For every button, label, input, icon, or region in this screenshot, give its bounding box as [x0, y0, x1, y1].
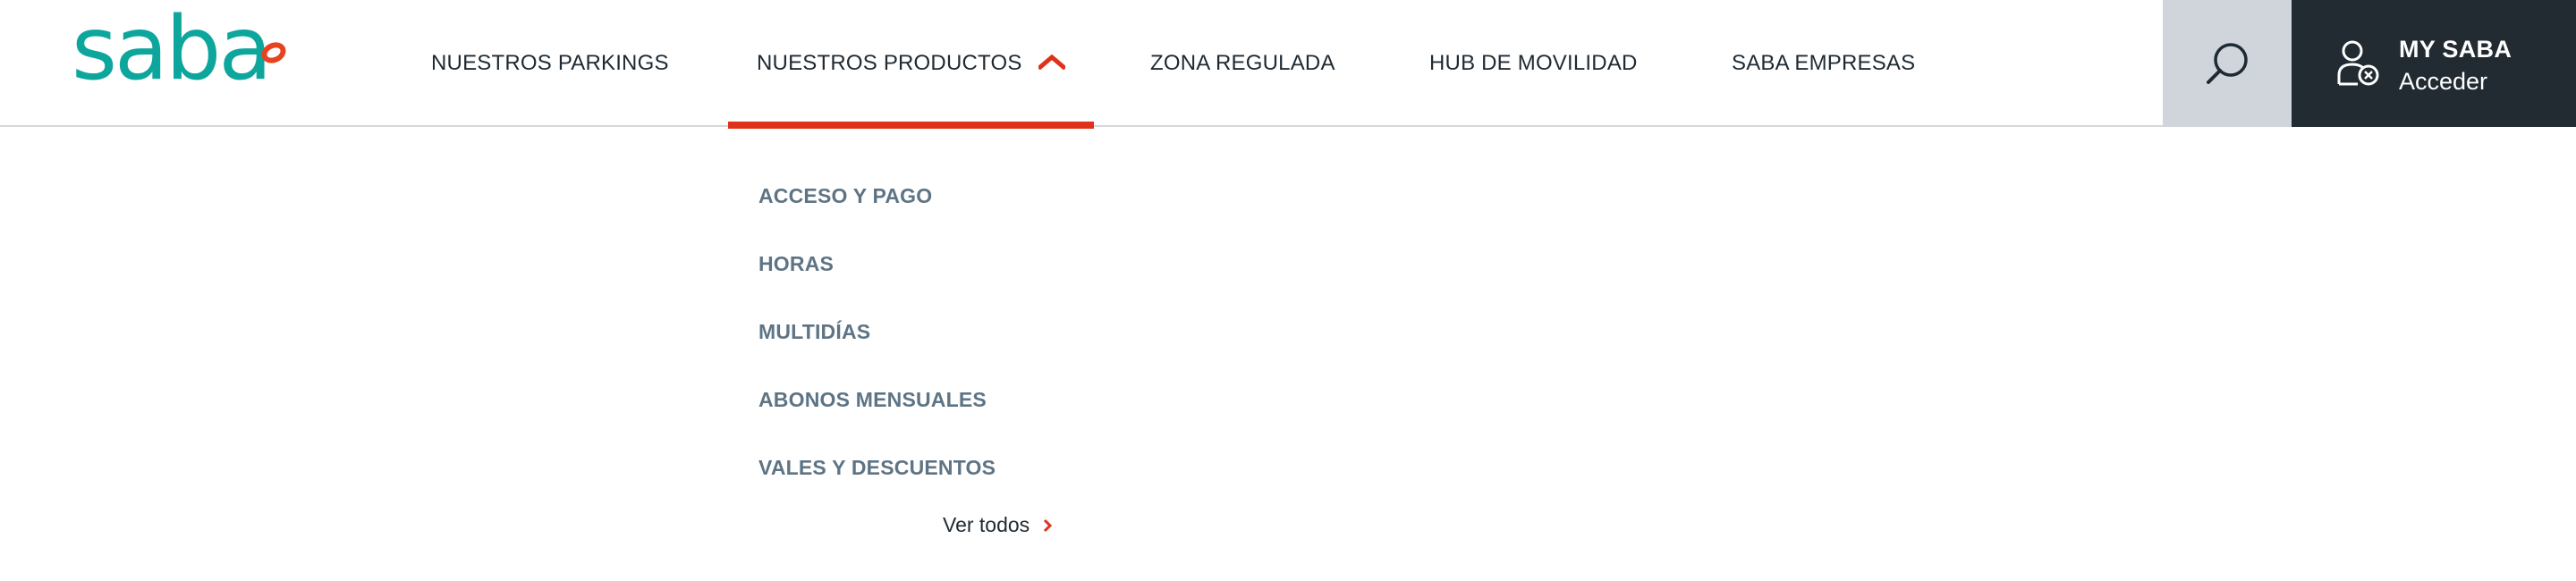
dropdown-item-acceso-y-pago[interactable]: ACCESO Y PAGO: [758, 184, 932, 208]
nav-label: NUESTROS PARKINGS: [431, 51, 669, 75]
nav-item-saba-empresas[interactable]: SABA EMPRESAS: [1732, 0, 1915, 127]
products-dropdown-menu: ACCESO Y PAGO HORAS MULTIDÍAS ABONOS MEN…: [0, 129, 2576, 581]
user-logged-out-icon: [2337, 40, 2379, 86]
account-title: MY SABA: [2399, 36, 2512, 63]
search-button[interactable]: [2163, 0, 2292, 127]
site-header: saba NUESTROS PARKINGS NUESTROS PRODUCTO…: [0, 0, 2576, 129]
dropdown-item-horas[interactable]: HORAS: [758, 252, 834, 276]
dropdown-item-multidias[interactable]: MULTIDÍAS: [758, 320, 870, 344]
see-all-link[interactable]: Ver todos: [943, 513, 1053, 537]
my-saba-login[interactable]: MY SABA Acceder: [2292, 0, 2576, 127]
nav-item-zona-regulada[interactable]: ZONA REGULADA: [1150, 0, 1335, 127]
dropdown-item-abonos-mensuales[interactable]: ABONOS MENSUALES: [758, 388, 987, 412]
nav-label: ZONA REGULADA: [1150, 51, 1335, 75]
account-subtitle: Acceder: [2399, 68, 2488, 95]
nav-label: SABA EMPRESAS: [1732, 51, 1916, 75]
logo-text: saba: [72, 0, 272, 100]
nav-item-nuestros-productos[interactable]: NUESTROS PRODUCTOS: [728, 0, 1094, 129]
chevron-right-icon: [1044, 518, 1053, 532]
search-icon: [2207, 43, 2248, 84]
see-all-label: Ver todos: [943, 513, 1030, 536]
saba-logo[interactable]: saba: [0, 0, 322, 127]
nav-item-nuestros-parkings[interactable]: NUESTROS PARKINGS: [431, 0, 669, 127]
nav-item-hub-de-movilidad[interactable]: HUB DE MOVILIDAD: [1429, 0, 1638, 127]
nav-label: HUB DE MOVILIDAD: [1429, 51, 1638, 75]
chevron-up-icon: [1038, 54, 1065, 70]
dropdown-item-vales-y-descuentos[interactable]: VALES Y DESCUENTOS: [758, 456, 996, 480]
nav-label: NUESTROS PRODUCTOS: [757, 51, 1022, 75]
